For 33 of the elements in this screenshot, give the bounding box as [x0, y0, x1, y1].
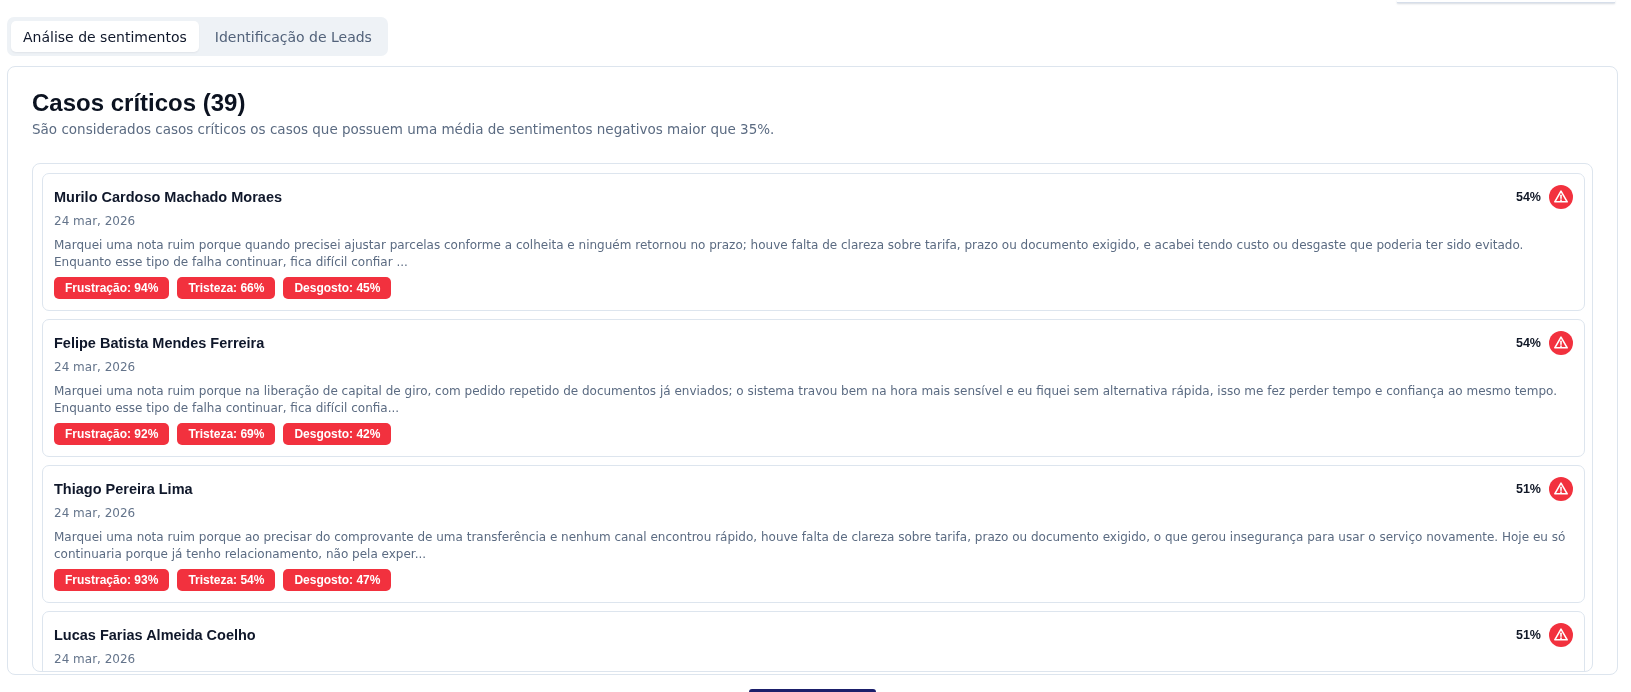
tab[interactable]: Análise de sentimentos — [11, 21, 199, 52]
case-comment: Marquei uma nota ruim porque na liberação de capital de giro, com pedido repetido de documentos já enviados; o sistema travou bem na hora mais sensível e eu fiquei sem alternativa rápida, isso me fez perder tempo e confiança ao mesmo tempo. Enquanto esse tipo de falha continuar, fica difícil confia... — [54, 383, 1558, 417]
case-name: Murilo Cardoso Machado Moraes — [54, 189, 282, 205]
action-button[interactable] — [749, 689, 876, 692]
emotion-tag: Desgosto: 47% — [283, 569, 392, 591]
emotion-tag: Tristeza: 66% — [177, 277, 276, 299]
case-score: 54% — [1515, 336, 1541, 350]
emotion-tag: Frustração: 93% — [54, 569, 170, 591]
case-date: 24 mar, 2026 — [54, 505, 136, 521]
case-score: 54% — [1515, 190, 1541, 204]
section-description: São considerados casos críticos os casos que possuem uma média de sentimentos negativos maior que 35%. — [32, 120, 775, 139]
tab[interactable]: Identificação de Leads — [202, 21, 384, 52]
case-comment: Marquei uma nota ruim porque ao precisar do comprovante de uma transferência e nenhum canal encontrou rápido, houve falta de clareza sobre tarifa, prazo ou documento exigido, o que gerou insegurança para usar o serviço novamente. Hoje eu só continuaria porque já tenho relacionamento, não pela exper... — [54, 529, 1567, 563]
case-name: Lucas Farias Almeida Coelho — [54, 627, 256, 643]
case-score: 51% — [1515, 628, 1541, 642]
case-name: Thiago Pereira Lima — [54, 481, 193, 497]
case-comment: Marquei uma nota ruim porque quando precisei ajustar parcelas conforme a colheita e ninguém retornou no prazo; houve falta de clareza sobre tarifa, prazo ou documento exigido, e acabei tendo custo ou desgaste que poderia ter sido evitado. Enquanto esse tipo de falha continuar, fica difícil confiar ... — [54, 237, 1525, 271]
emotion-tag: Tristeza: 54% — [177, 569, 276, 591]
emotion-tag: Desgosto: 42% — [283, 423, 392, 445]
emotion-tag: Frustração: 92% — [54, 423, 170, 445]
emotion-tag: Desgosto: 45% — [283, 277, 392, 299]
case-date: 24 mar, 2026 — [54, 651, 136, 667]
warning-icon — [1549, 331, 1573, 355]
case-score: 51% — [1515, 482, 1541, 496]
warning-icon — [1549, 623, 1573, 647]
emotion-tag: Frustração: 94% — [54, 277, 170, 299]
case-date: 24 mar, 2026 — [54, 359, 136, 375]
case-date: 24 mar, 2026 — [54, 213, 136, 229]
warning-icon — [1549, 185, 1573, 209]
case-name: Felipe Batista Mendes Ferreira — [54, 335, 265, 351]
emotion-tag: Tristeza: 69% — [177, 423, 276, 445]
section-title: Casos críticos (39) — [32, 88, 246, 118]
warning-icon — [1549, 477, 1573, 501]
